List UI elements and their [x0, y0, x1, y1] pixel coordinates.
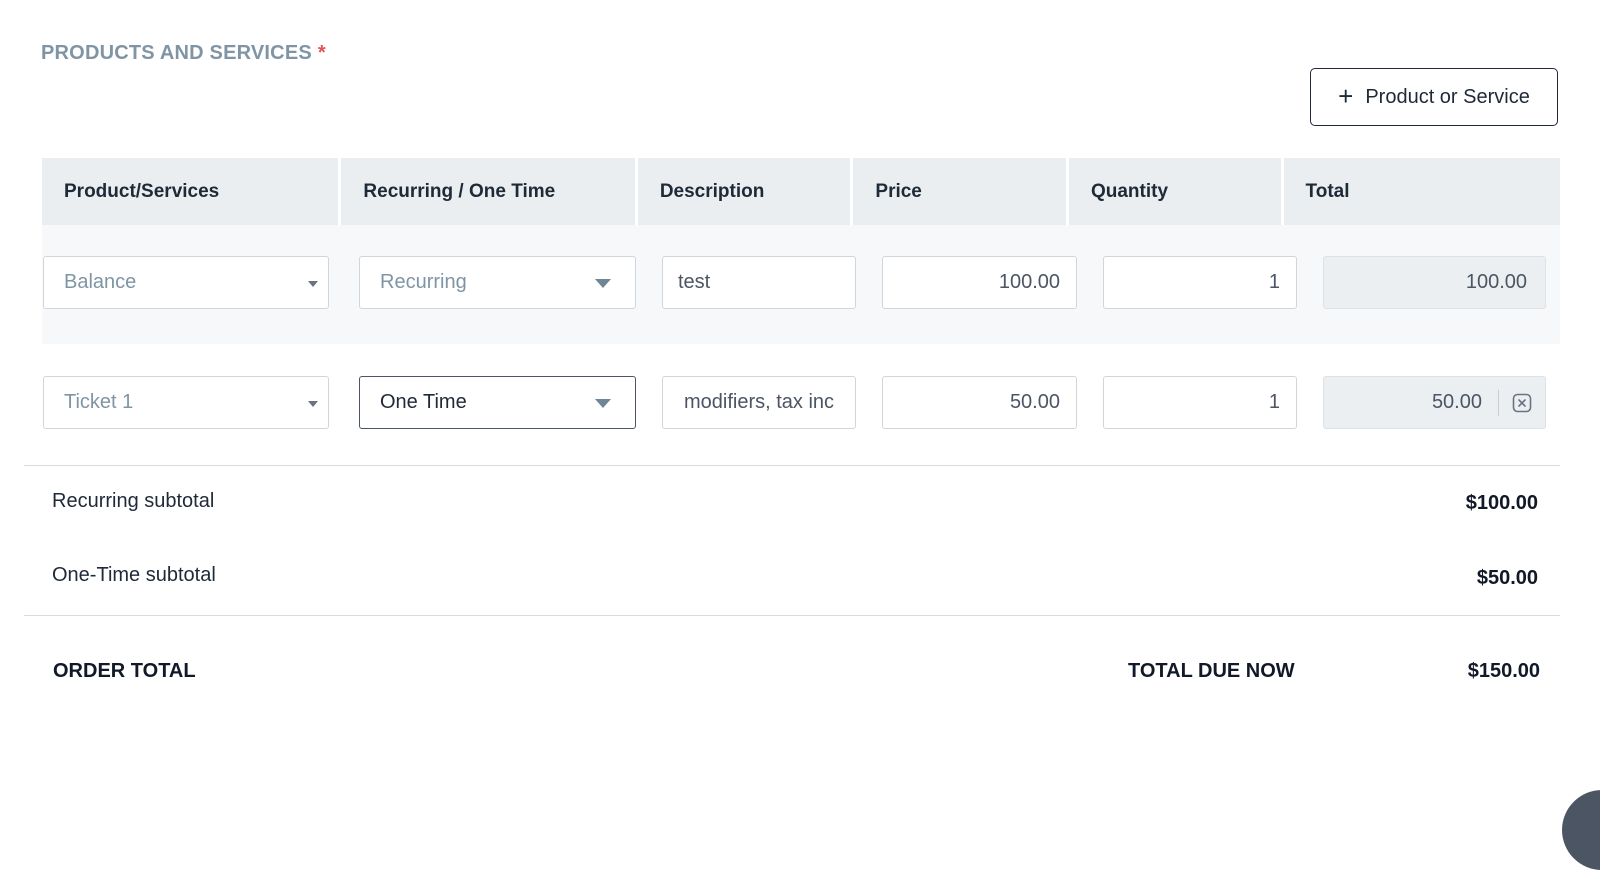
- recurring-subtotal-label: Recurring subtotal: [52, 490, 215, 512]
- caret-down-icon: [595, 278, 611, 288]
- total-due-now-label: TOTAL DUE NOW: [1128, 660, 1295, 682]
- billing-select-value: Recurring: [380, 271, 467, 293]
- description-input-row-2[interactable]: modifiers, tax inc: [662, 376, 856, 429]
- quantity-value: 1: [1268, 271, 1280, 293]
- total-due-now-value: $150.00: [1467, 660, 1540, 682]
- add-product-or-service-button[interactable]: + Product or Service: [1310, 68, 1558, 126]
- product-select-value: Ticket 1: [64, 391, 134, 413]
- header-product-services: Product/Services: [42, 158, 339, 225]
- section-title-text: PRODUCTS AND SERVICES: [41, 42, 312, 64]
- description-value: modifiers, tax inc: [684, 391, 835, 413]
- onetime-subtotal-value: $50.00: [1476, 567, 1538, 589]
- summary-top-divider: [24, 465, 1560, 466]
- remove-row-button[interactable]: [1499, 377, 1545, 428]
- quantity-value: 1: [1268, 391, 1280, 413]
- header-recurring-one-time: Recurring / One Time: [341, 158, 635, 225]
- header-total: Total: [1283, 158, 1560, 225]
- total-value: 100.00: [1465, 271, 1527, 293]
- description-value: test: [678, 271, 711, 293]
- product-select-value: Balance: [64, 271, 137, 293]
- price-value: 100.00: [998, 271, 1060, 293]
- product-select-row-2[interactable]: Ticket 1: [43, 376, 329, 429]
- chevron-down-icon: [308, 400, 318, 407]
- billing-select-row-1[interactable]: Recurring: [359, 256, 636, 309]
- quantity-input-row-2[interactable]: 1: [1103, 376, 1297, 429]
- add-button-label: Product or Service: [1365, 85, 1530, 108]
- billing-select-row-2[interactable]: One Time: [359, 376, 636, 429]
- order-total-label: ORDER TOTAL: [53, 660, 196, 682]
- total-field-row-2: 50.00: [1323, 376, 1546, 429]
- section-title: PRODUCTS AND SERVICES *: [41, 42, 326, 65]
- product-select-row-1[interactable]: Balance: [43, 256, 329, 309]
- table-header: Product/Services Recurring / One Time De…: [42, 158, 1560, 225]
- price-input-row-2[interactable]: 50.00: [882, 376, 1077, 429]
- required-asterisk: *: [317, 42, 326, 64]
- description-input-row-1[interactable]: test: [662, 256, 856, 309]
- billing-select-value: One Time: [380, 391, 467, 413]
- onetime-subtotal-label: One-Time subtotal: [52, 564, 216, 586]
- quantity-input-row-1[interactable]: 1: [1103, 256, 1297, 309]
- chevron-down-icon: [308, 280, 318, 287]
- caret-down-icon: [595, 398, 611, 408]
- plus-icon: +: [1338, 81, 1354, 111]
- header-quantity: Quantity: [1068, 158, 1281, 225]
- floating-action-button[interactable]: [1562, 790, 1600, 870]
- summary-bottom-divider: [24, 615, 1560, 616]
- total-value: 50.00: [1431, 391, 1482, 413]
- price-value: 50.00: [1009, 391, 1060, 413]
- header-price: Price: [853, 158, 1066, 225]
- header-description: Description: [637, 158, 851, 225]
- recurring-subtotal-value: $100.00: [1465, 492, 1538, 514]
- price-input-row-1[interactable]: 100.00: [882, 256, 1077, 309]
- close-box-icon: [1512, 393, 1532, 412]
- total-field-row-1: 100.00: [1323, 256, 1546, 309]
